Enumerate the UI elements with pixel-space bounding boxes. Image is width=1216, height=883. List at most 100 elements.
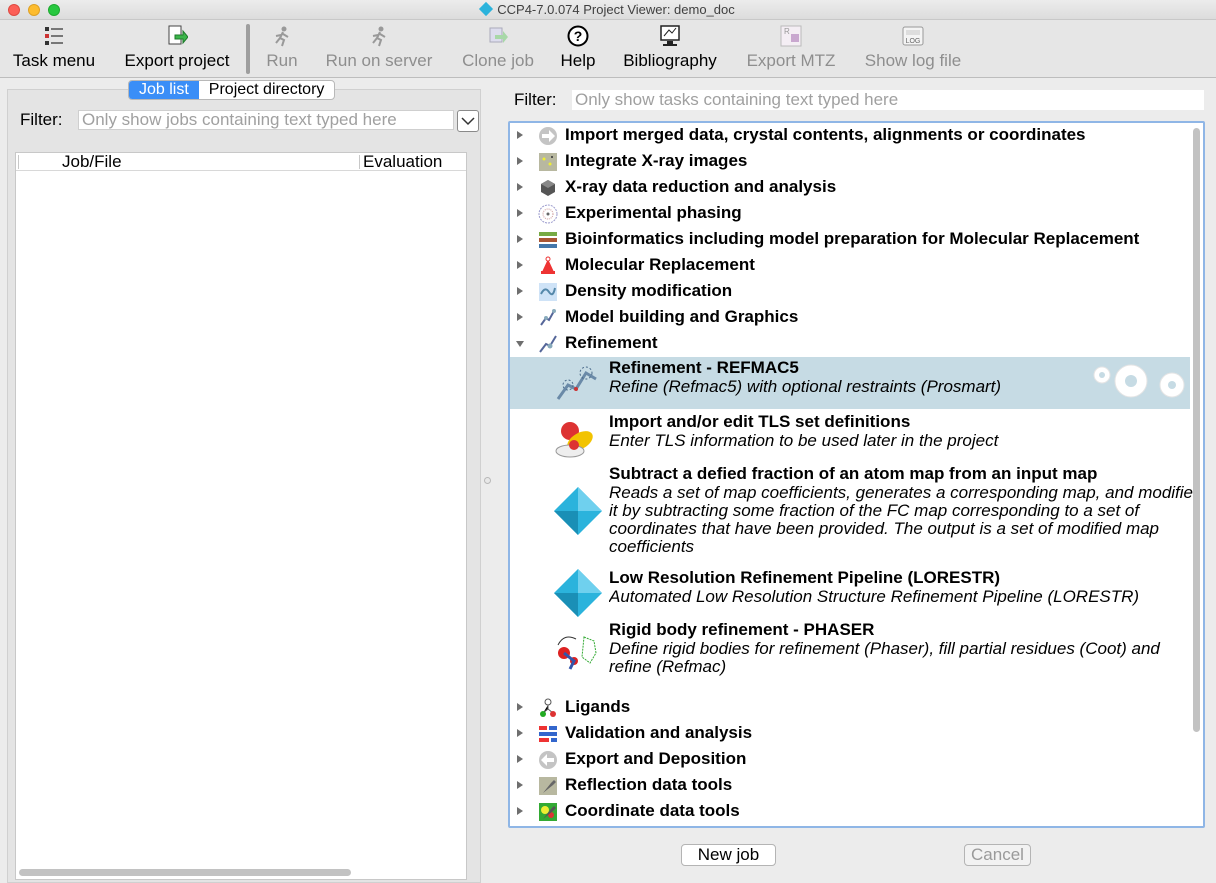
category-refinement[interactable]: Refinement [510,331,1190,357]
refmac-icon [554,359,602,407]
expand-arrow-icon[interactable] [517,807,523,815]
expand-arrow-icon[interactable] [517,235,523,243]
help-button[interactable]: ? Help [556,20,600,78]
data-reduction-icon [538,178,558,198]
run-icon [271,25,293,47]
expand-arrow-icon[interactable] [517,781,523,789]
export-mtz-button[interactable]: R Export MTZ [740,20,842,78]
task-tls-definitions[interactable]: Import and/or edit TLS set definitions E… [510,409,1190,461]
category-ligands[interactable]: Ligands [510,695,1190,721]
job-filter-input[interactable]: Only show jobs containing text typed her… [78,110,454,130]
panel-splitter-handle[interactable] [484,477,491,484]
expand-arrow-icon[interactable] [517,755,523,763]
job-table-header: Job/File Evaluation [16,152,466,172]
diffraction-images-icon [538,152,558,172]
task-lorestr[interactable]: Low Resolution Refinement Pipeline (LORE… [510,565,1190,617]
task-filter-label: Filter: [514,90,557,109]
validation-icon [538,724,558,744]
density-modification-icon [538,282,558,302]
column-header-evaluation[interactable]: Evaluation [363,152,442,172]
experimental-phasing-icon [538,204,558,224]
toolbar-separator [246,24,250,74]
task-menu-icon [43,25,65,47]
gears-icon [1093,364,1185,398]
expand-arrow-icon[interactable] [517,183,523,191]
export-deposition-icon [538,750,558,770]
run-server-icon [368,25,390,47]
collapse-arrow-icon[interactable] [516,341,524,347]
export-project-button[interactable]: Export project [118,20,236,78]
category-data-reduction[interactable]: X-ray data reduction and analysis [510,175,1190,201]
left-panel-tabs: Job list Project directory [128,80,336,100]
vertical-scrollbar[interactable] [1193,128,1200,732]
column-header-job-file[interactable]: Job/File [62,152,122,172]
horizontal-scrollbar[interactable] [19,869,351,876]
new-job-button[interactable]: New job [681,844,776,866]
expand-arrow-icon[interactable] [517,131,523,139]
expand-arrow-icon[interactable] [517,209,523,217]
import-arrow-icon [538,126,558,146]
category-experimental-phasing[interactable]: Experimental phasing [510,201,1190,227]
run-on-server-button[interactable]: Run on server [320,20,438,78]
export-project-icon [166,25,189,47]
help-icon: ? [567,25,589,47]
category-model-building[interactable]: Model building and Graphics [510,305,1190,331]
column-divider [359,155,360,169]
tab-project-directory[interactable]: Project directory [199,81,335,99]
tab-job-list[interactable]: Job list [129,81,199,99]
category-bioinformatics[interactable]: Bioinformatics including model preparati… [510,227,1190,253]
rigid-body-icon [554,629,602,677]
title-bar: CCP4-7.0.074 Project Viewer: demo_doc [0,0,1216,20]
category-export-deposition[interactable]: Export and Deposition [510,747,1190,773]
ligands-icon [538,698,558,718]
task-filter-input[interactable]: Only show tasks containing text typed he… [572,90,1204,110]
svg-text:LOG: LOG [906,38,921,45]
expand-arrow-icon[interactable] [517,261,523,269]
category-integrate[interactable]: Integrate X-ray images [510,149,1190,175]
task-menu-button[interactable]: Task menu [8,20,100,78]
molecular-replacement-icon [538,256,558,276]
clone-job-icon [487,25,509,47]
category-import[interactable]: Import merged data, crystal contents, al… [510,123,1190,149]
job-filter-label: Filter: [20,110,63,129]
task-tree: Import merged data, crystal contents, al… [508,121,1205,828]
bibliography-icon [659,25,681,47]
expand-arrow-icon[interactable] [517,287,523,295]
coordinate-tools-icon [538,802,558,822]
job-filter-dropdown-button[interactable] [457,110,479,132]
chevron-down-icon [461,117,475,126]
bioinformatics-icon [538,230,558,250]
task-rigid-body-phaser[interactable]: Rigid body refinement - PHASER Define ri… [510,617,1190,695]
task-subtract-map-fraction[interactable]: Subtract a defied fraction of an atom ma… [510,461,1199,565]
bibliography-button[interactable]: Bibliography [618,20,722,78]
ccp4-logo-icon [479,1,494,17]
job-table[interactable]: Job/File Evaluation [15,152,467,880]
category-coordinate-tools[interactable]: Coordinate data tools [510,799,1190,825]
reflection-tools-icon [538,776,558,796]
refinement-icon [538,334,558,354]
expand-arrow-icon[interactable] [517,157,523,165]
task-refmac5[interactable]: Refinement - REFMAC5 Refine (Refmac5) wi… [510,357,1190,409]
tls-icon [554,415,602,463]
expand-arrow-icon[interactable] [517,703,523,711]
show-log-file-button[interactable]: LOG Show log file [860,20,966,78]
svg-text:R: R [784,27,790,36]
toolbar: Task menu Export project Run Run on serv… [0,20,1216,78]
run-button[interactable]: Run [260,20,304,78]
category-molecular-replacement[interactable]: Molecular Replacement [510,253,1190,279]
model-building-icon [538,308,558,328]
svg-text:?: ? [574,28,583,44]
window-title: CCP4-7.0.074 Project Viewer: demo_doc [497,2,735,17]
column-divider [18,155,19,169]
clone-job-button[interactable]: Clone job [456,20,540,78]
category-validation[interactable]: Validation and analysis [510,721,1190,747]
export-mtz-icon: R [780,25,802,47]
category-density-modification[interactable]: Density modification [510,279,1190,305]
ccp4-diamond-icon [554,569,602,617]
log-file-icon: LOG [902,25,924,47]
expand-arrow-icon[interactable] [517,729,523,737]
cancel-button[interactable]: Cancel [964,844,1031,866]
ccp4-diamond-icon [554,487,602,535]
category-reflection-tools[interactable]: Reflection data tools [510,773,1190,799]
expand-arrow-icon[interactable] [517,313,523,321]
